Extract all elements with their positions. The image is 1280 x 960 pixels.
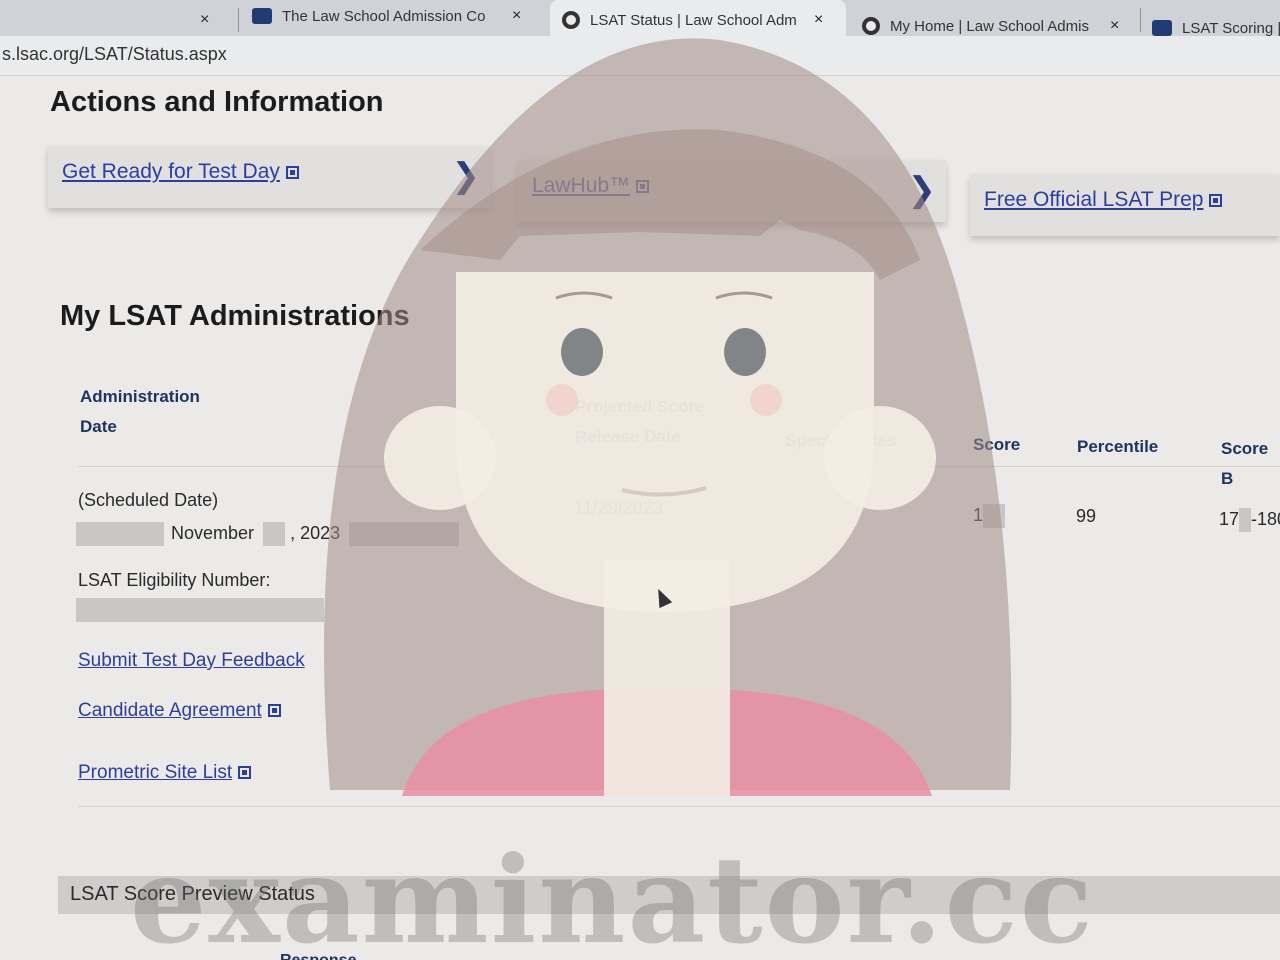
tab-lsac-home[interactable]: The Law School Admission Co ×	[252, 0, 542, 36]
admin-date-value: November , 2023	[76, 522, 460, 546]
globe-icon	[862, 17, 880, 35]
band-start: 17	[1219, 508, 1240, 529]
redacted-block	[263, 522, 286, 546]
external-link-icon	[285, 165, 299, 179]
admin-year: , 2023	[290, 522, 341, 543]
redacted-block	[983, 504, 1006, 528]
redacted-block	[349, 522, 460, 546]
tab-title: LSAT Status | Law School Adm	[590, 11, 797, 29]
submit-feedback-link[interactable]: Submit Test Day Feedback	[78, 650, 305, 672]
header-score-band: Score B	[1221, 439, 1269, 488]
external-link-icon	[238, 766, 252, 780]
header-text: Date	[80, 417, 117, 436]
tab-separator	[1140, 8, 1141, 32]
tab-strip: × The Law School Admission Co × LSAT Sta…	[0, 0, 1280, 40]
tab-separator	[238, 8, 239, 32]
close-icon[interactable]: ×	[512, 7, 521, 25]
redacted-block	[76, 598, 324, 622]
card-free-prep[interactable]: Free Official LSAT Prep	[970, 174, 1280, 236]
globe-icon	[562, 11, 580, 29]
card-get-ready[interactable]: Get Ready for Test Day ❯	[48, 146, 490, 208]
administrations-heading: My LSAT Administrations	[60, 300, 410, 332]
tab-title: The Law School Admission Co	[282, 7, 486, 25]
score-value: 1	[973, 504, 1006, 528]
close-icon[interactable]: ×	[814, 11, 823, 29]
response-header: Response	[280, 952, 356, 960]
page-content: Actions and Information Get Ready for Te…	[0, 76, 1280, 960]
chevron-right-icon[interactable]: ❯	[908, 170, 937, 210]
external-link-icon	[267, 704, 281, 718]
header-release-date: Projected Score Release Date	[575, 392, 704, 452]
score-band-value: 17 -180	[1219, 508, 1280, 532]
eligibility-number	[76, 598, 324, 622]
band-end: -180	[1251, 508, 1280, 529]
tab-title: My Home | Law School Admis	[890, 17, 1089, 35]
actions-heading: Actions and Information	[50, 86, 384, 118]
score-preview-title: LSAT Score Preview Status	[70, 883, 315, 905]
percentile-value: 99	[1076, 506, 1097, 526]
header-text: Release Date	[575, 427, 681, 446]
redacted-block	[76, 522, 164, 546]
score-preview-status-bar[interactable]: LSAT Score Preview Status	[58, 876, 1280, 914]
get-ready-link[interactable]: Get Ready for Test Day	[62, 160, 299, 184]
close-icon[interactable]: ×	[1110, 17, 1119, 35]
tab-title: LSAT Scoring |	[1182, 19, 1280, 37]
header-score: Score	[973, 435, 1021, 454]
tab-close-previous[interactable]: ×	[200, 0, 230, 40]
external-link-icon	[1209, 193, 1223, 207]
external-link-icon	[636, 179, 650, 193]
prometric-site-list-link[interactable]: Prometric Site List	[78, 762, 252, 784]
score-digit: 1	[973, 504, 984, 525]
free-prep-link[interactable]: Free Official LSAT Prep	[984, 188, 1223, 212]
prometric-site-list-label: Prometric Site List	[78, 762, 233, 783]
tab-lsat-status[interactable]: LSAT Status | Law School Adm ×	[550, 0, 846, 40]
scheduled-label: (Scheduled Date)	[78, 490, 219, 510]
get-ready-label: Get Ready for Test Day	[62, 160, 280, 183]
lsac-favicon-icon	[252, 8, 272, 24]
card-lawhub[interactable]: LawHub™ ❯	[518, 160, 946, 222]
section-divider	[78, 806, 1280, 807]
lawhub-label: LawHub™	[532, 174, 631, 197]
release-date-value: 11/29/2023	[574, 498, 663, 518]
free-prep-label: Free Official LSAT Prep	[984, 188, 1204, 211]
lsac-favicon-icon	[1152, 20, 1172, 36]
header-text: Administration	[80, 387, 200, 406]
header-text: Projected Score	[575, 397, 705, 416]
address-bar[interactable]: s.lsac.org/LSAT/Status.aspx	[0, 36, 1280, 76]
url-text[interactable]: s.lsac.org/LSAT/Status.aspx	[2, 44, 227, 65]
redacted-block	[1239, 508, 1252, 532]
admin-month: November	[171, 522, 255, 543]
header-percentile: Percentile	[1077, 437, 1159, 456]
header-special-notes: Special Notes	[785, 431, 897, 450]
lawhub-link[interactable]: LawHub™	[532, 174, 650, 198]
table-divider	[78, 466, 1280, 467]
eligibility-label: LSAT Eligibility Number:	[78, 570, 271, 590]
chevron-right-icon[interactable]: ❯	[452, 156, 481, 196]
header-administration-date: Administration Date	[80, 382, 200, 442]
candidate-agreement-link[interactable]: Candidate Agreement	[78, 700, 281, 722]
candidate-agreement-label: Candidate Agreement	[78, 700, 262, 721]
close-icon[interactable]: ×	[200, 11, 209, 29]
